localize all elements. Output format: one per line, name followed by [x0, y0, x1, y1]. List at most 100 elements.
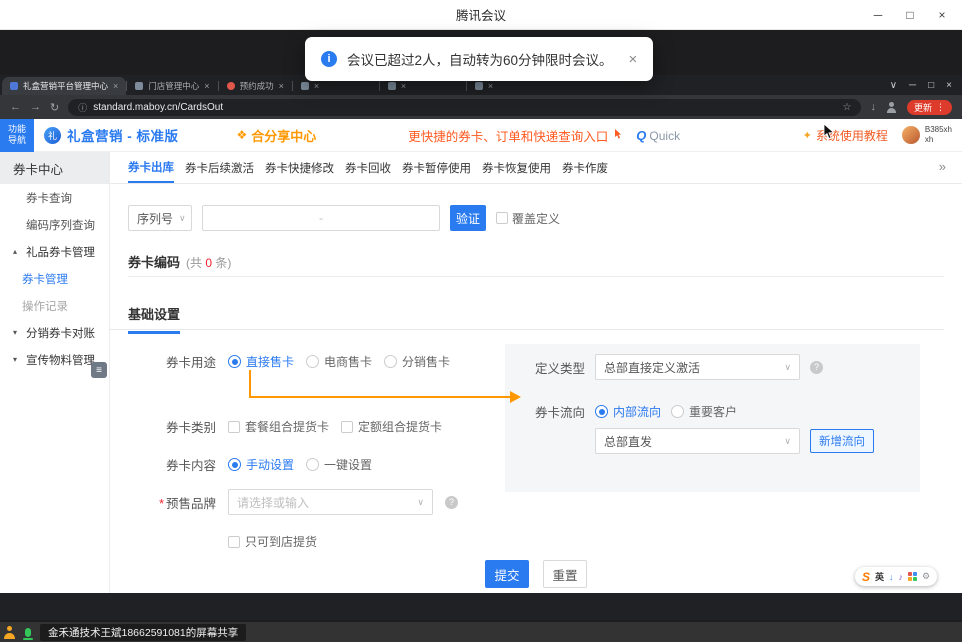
category-fixed-option[interactable]: 定额组合提货卡 — [341, 418, 442, 435]
reset-button[interactable]: 重置 — [543, 560, 587, 588]
tab-card-recycle[interactable]: 券卡回收 — [345, 152, 391, 183]
content-option-label: 手动设置 — [246, 456, 294, 473]
browser-maximize-icon[interactable]: □ — [928, 80, 934, 91]
share-center-label: 合分享中心 — [251, 126, 316, 145]
category-package-option[interactable]: 套餐组合提货卡 — [228, 418, 329, 435]
info-icon: i — [321, 51, 337, 67]
sidebar-item-operation-log[interactable]: 操作记录 — [0, 292, 109, 319]
store-pickup-row: 只可到店提货 — [228, 533, 317, 550]
browser-tab-booking-success[interactable]: 预约成功 × — [219, 77, 292, 95]
sidebar-group-gift-card-mgmt[interactable]: ▴ 礼品券卡管理 — [0, 238, 109, 265]
profile-icon[interactable] — [886, 102, 897, 113]
ime-settings-icon[interactable]: ⚙ — [922, 571, 930, 582]
submit-button[interactable]: 提交 — [485, 560, 529, 588]
browser-update-button[interactable]: 更新 ⋮ — [907, 100, 952, 115]
tab-card-followup-activate[interactable]: 券卡后续激活 — [185, 152, 254, 183]
tab-close-icon[interactable]: × — [113, 81, 118, 91]
verify-button[interactable]: 验证 — [450, 205, 486, 231]
user-avatar[interactable] — [902, 126, 920, 144]
site-security-icon[interactable]: ⓘ — [78, 101, 87, 114]
radio-checked-icon[interactable] — [595, 405, 608, 418]
quick-entry-link[interactable]: 更快捷的券卡、订单和快递查询入口 — [408, 126, 622, 145]
quick-label: Quick — [649, 129, 680, 143]
checkbox-icon[interactable] — [228, 536, 240, 548]
radio-icon[interactable] — [306, 458, 319, 471]
card-content-label: 券卡内容 — [128, 455, 216, 474]
tab-card-suspend[interactable]: 券卡暂停使用 — [402, 152, 471, 183]
flow-internal-option[interactable]: 内部流向 — [595, 403, 661, 420]
function-nav-button[interactable]: 功能 导航 — [0, 119, 34, 152]
add-flow-button[interactable]: 新增流向 — [810, 429, 874, 453]
serial-type-select[interactable]: 序列号 ∨ — [128, 205, 192, 231]
url-bar[interactable]: ⓘ standard.maboy.cn/CardsOut ☆ — [68, 99, 861, 116]
flow-vip-option[interactable]: 重要客户 — [671, 403, 737, 420]
chevron-down-icon: ∨ — [784, 436, 791, 447]
tab-close-icon[interactable]: × — [279, 81, 284, 91]
card-category-label: 券卡类别 — [128, 417, 216, 436]
ime-language-toggle[interactable]: 英 — [875, 570, 884, 583]
sidebar-item-card-mgmt[interactable]: 券卡管理 — [0, 265, 109, 292]
divider — [128, 276, 944, 277]
back-icon[interactable]: ← — [10, 101, 21, 113]
form-actions: 提交 重置 — [110, 560, 962, 588]
tabs-overflow-icon[interactable]: » — [939, 159, 946, 174]
brand-info-icon[interactable]: ? — [445, 496, 458, 509]
sidebar-item-code-sequence-query[interactable]: 编码序列查询 — [0, 211, 109, 238]
url-text: standard.maboy.cn/CardsOut — [93, 102, 223, 113]
browser-close-icon[interactable]: × — [946, 80, 952, 91]
main-content: 券卡出库 券卡后续激活 券卡快捷修改 券卡回收 券卡暂停使用 券卡恢复使用 券卡… — [110, 152, 962, 593]
ime-music-icon[interactable]: ♪ — [899, 572, 904, 582]
ime-skin-grid-icon[interactable] — [908, 572, 917, 581]
download-icon[interactable]: ↓ — [870, 101, 876, 113]
card-category-row: 券卡类别 套餐组合提货卡 定额组合提货卡 — [128, 417, 442, 436]
maximize-icon[interactable]: □ — [894, 0, 926, 30]
content-onekey-option[interactable]: 一键设置 — [306, 456, 372, 473]
meeting-titlebar: 腾讯会议 ─ □ × — [0, 0, 962, 30]
tab-list-chevron-icon[interactable]: ∨ — [890, 80, 897, 91]
browser-minimize-icon[interactable]: ─ — [909, 80, 916, 91]
gift-icon: ❖ — [237, 128, 248, 142]
tab-label: 预约成功 — [240, 80, 274, 92]
tab-close-icon[interactable]: × — [401, 81, 406, 91]
refresh-icon[interactable]: ↻ — [50, 101, 59, 114]
forward-icon[interactable]: → — [30, 101, 41, 113]
flow-select[interactable]: 总部直发 ∨ — [595, 428, 800, 454]
tab-close-icon[interactable]: × — [314, 81, 319, 91]
ime-download-icon[interactable]: ↓ — [889, 572, 894, 582]
definition-type-select[interactable]: 总部直接定义激活 ∨ — [595, 354, 800, 380]
serial-range-input[interactable] — [202, 205, 440, 231]
tab-card-void[interactable]: 券卡作废 — [562, 152, 608, 183]
more-menu-icon[interactable]: ⋮ — [936, 102, 945, 113]
presale-brand-placeholder: 请选择或输入 — [237, 494, 309, 511]
toast-close-icon[interactable]: × — [629, 51, 638, 68]
radio-icon[interactable] — [671, 405, 684, 418]
sidebar-collapse-handle[interactable]: ≡ — [91, 362, 107, 378]
override-checkbox[interactable] — [496, 212, 508, 224]
browser-tab-store-admin[interactable]: 门店管理中心 × — [127, 77, 217, 95]
presale-brand-select[interactable]: 请选择或输入 ∨ — [228, 489, 433, 515]
tab-card-outbound[interactable]: 券卡出库 — [128, 152, 174, 183]
sidebar-group-distribution-reconcile[interactable]: ▾ 分销券卡对账 — [0, 319, 109, 346]
sidebar-item-card-query[interactable]: 券卡查询 — [0, 184, 109, 211]
content-manual-option[interactable]: 手动设置 — [228, 456, 294, 473]
minimize-icon[interactable]: ─ — [862, 0, 894, 30]
tutorial-link[interactable]: ✦ 系统使用教程 — [803, 127, 888, 144]
ime-logo-icon[interactable]: S — [862, 570, 870, 584]
share-center-link[interactable]: ❖ 合分享中心 — [237, 126, 317, 145]
tab-card-restore[interactable]: 券卡恢复使用 — [482, 152, 551, 183]
flow-option-label: 内部流向 — [613, 403, 661, 420]
browser-tab-gift-admin[interactable]: 礼盒营销平台管理中心 × — [2, 77, 126, 95]
tab-close-icon[interactable]: × — [204, 81, 209, 91]
checkbox-icon[interactable] — [228, 421, 240, 433]
bookmark-star-icon[interactable]: ☆ — [843, 102, 852, 113]
tab-close-icon[interactable]: × — [488, 81, 493, 91]
tab-card-quick-edit[interactable]: 券卡快捷修改 — [265, 152, 334, 183]
close-icon[interactable]: × — [926, 0, 958, 30]
radio-checked-icon[interactable] — [228, 458, 241, 471]
definition-info-icon[interactable]: ? — [810, 361, 823, 374]
sidebar-item-label: 券卡查询 — [26, 190, 72, 206]
user-id: B385xh — [925, 125, 952, 135]
store-pickup-option[interactable]: 只可到店提货 — [228, 533, 317, 550]
quick-search[interactable]: Q Quick — [636, 128, 680, 143]
checkbox-icon[interactable] — [341, 421, 353, 433]
